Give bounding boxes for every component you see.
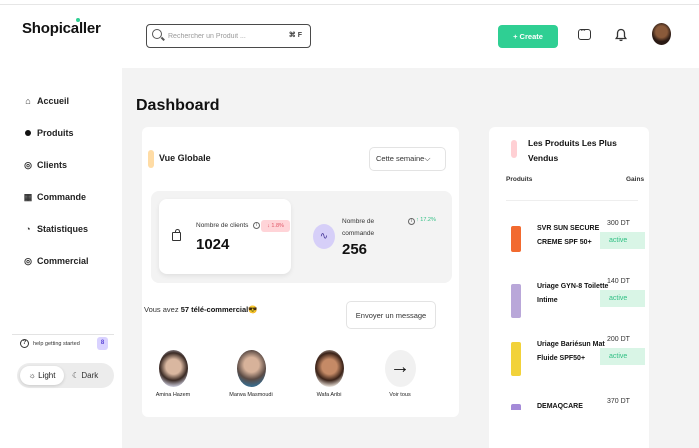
telecommercial-summary: Vous avez 57 télé-commercial😎 [144,305,258,314]
help-badge: 8 [97,337,108,350]
app-window: Shopicaller ⌂ Accueil Produits ◎ Clients ▦… [0,0,699,448]
info-icon[interactable]: i [408,218,415,225]
create-button[interactable]: + Create [498,25,558,48]
chevron-down-icon: ⌵ [424,154,431,163]
sidebar-item-accueil[interactable]: ⌂ Accueil [22,85,89,117]
person-item[interactable]: Marwa Masmoudi [226,350,276,398]
product-image [511,284,521,318]
status-badge: active [600,348,645,365]
product-name[interactable]: SVR SUN SECURE CREME SPF 50+ [537,222,609,250]
shopping-bag-icon [172,229,181,241]
cart-icon: ▦ [23,191,33,202]
section-marker [511,140,517,158]
send-message-button[interactable]: Envoyer un message [346,301,436,329]
help-label: help getting started [33,340,80,347]
page-title: Dashboard [136,97,220,114]
search-shortcut: ⌘ F [288,32,302,39]
tele-count: 57 télé-commercial [180,305,249,314]
product-price: 140 DT [607,278,630,285]
stat-orders-change: ↑ 17.2% [416,217,436,223]
sidebar-item-produits[interactable]: Produits [22,117,89,149]
search-icon [152,29,162,39]
arrow-right-icon: → [384,350,416,387]
sidebar-item-label: Accueil [37,96,70,106]
stat-orders-value: 256 [342,241,368,258]
tele-prefix: Vous avez [144,305,181,314]
stat-orders-label: Nombre de commande [342,218,375,237]
sidebar-item-statistiques[interactable]: ◔ Statistiques [22,213,89,245]
box-icon [25,130,31,136]
person-name: Amina Hazem [155,392,191,398]
user-icon: ◎ [24,159,32,170]
stat-clients-change: ↓ 1.8% [261,220,290,232]
bell-icon[interactable] [615,28,627,42]
sidebar-nav: ⌂ Accueil Produits ◎ Clients ▦ Commande ◔ St… [22,85,89,277]
product-name[interactable]: Uriage GYN-8 Toilette Intime [537,280,609,308]
sidebar-divider [12,334,114,335]
person-item[interactable]: Amina Hazem [148,350,198,398]
product-name[interactable]: Uriage Bariésun Mat Fluide SPF50+ [537,338,609,366]
info-icon[interactable]: i [253,222,260,229]
top-products-title: Les Produits Les Plus Vendus [528,138,617,163]
overview-title: Vue Globale [159,153,211,163]
product-image [511,342,521,376]
sunglasses-emoji: 😎 [248,305,258,314]
see-all-label: Voir tous [389,392,411,398]
sidebar-item-clients[interactable]: ◎ Clients [22,149,89,181]
sidebar-item-commercial[interactable]: ◎ Commercial [22,245,89,277]
sidebar-item-label: Clients [37,160,68,170]
user-avatar[interactable] [652,23,671,45]
product-price: 300 DT [607,220,630,227]
sidebar-item-label: Statistiques [37,224,89,234]
sidebar-item-label: Produits [37,128,74,138]
product-price: 200 DT [607,336,630,343]
product-price: 370 DT [607,398,630,405]
logo-text: Shopicaller [22,20,101,37]
theme-dark-button[interactable]: ☾ Dark [72,366,112,385]
sidebar-item-label: Commande [37,192,87,202]
column-header-gains: Gains [626,176,645,183]
see-all-button[interactable]: → Voir tous [375,350,425,398]
avatar [236,350,266,387]
column-header-products: Produits [506,176,533,183]
person-icon: ◎ [24,255,32,266]
bottom-fade [489,410,649,448]
product-image [511,226,521,252]
avatar [158,350,188,387]
logo[interactable]: Shopicaller [22,18,101,37]
activity-icon: ∿ [313,224,335,249]
logo-dot [76,18,80,22]
stat-clients-value: 1024 [196,236,230,253]
search-input[interactable] [168,30,278,43]
search-bar: ⌘ F [146,24,311,48]
chart-icon: ◔ [25,224,31,234]
sidebar-item-label: Commercial [37,256,89,266]
theme-toggle: ☼ Light ☾ Dark [17,363,114,388]
theme-light-button[interactable]: ☼ Light [20,366,64,385]
status-badge: active [600,232,645,249]
help-getting-started[interactable]: ? help getting started 8 [20,337,108,350]
stat-clients-label: Nombre de clients [196,222,249,229]
sidebar-item-commande[interactable]: ▦ Commande [22,181,89,213]
status-badge: active [600,290,645,307]
header-divider [506,200,638,201]
period-value: Cette semaine [376,154,425,163]
period-select[interactable]: Cette semaine⌵ [369,147,446,171]
home-icon: ⌂ [25,96,31,106]
help-icon: ? [20,339,29,348]
person-item[interactable]: Wafa Aribi [304,350,354,398]
section-marker [148,150,154,168]
person-name: Marwa Masmoudi [229,392,273,398]
avatar [314,350,344,387]
person-name: Wafa Aribi [316,392,342,398]
chat-icon[interactable] [578,26,591,40]
